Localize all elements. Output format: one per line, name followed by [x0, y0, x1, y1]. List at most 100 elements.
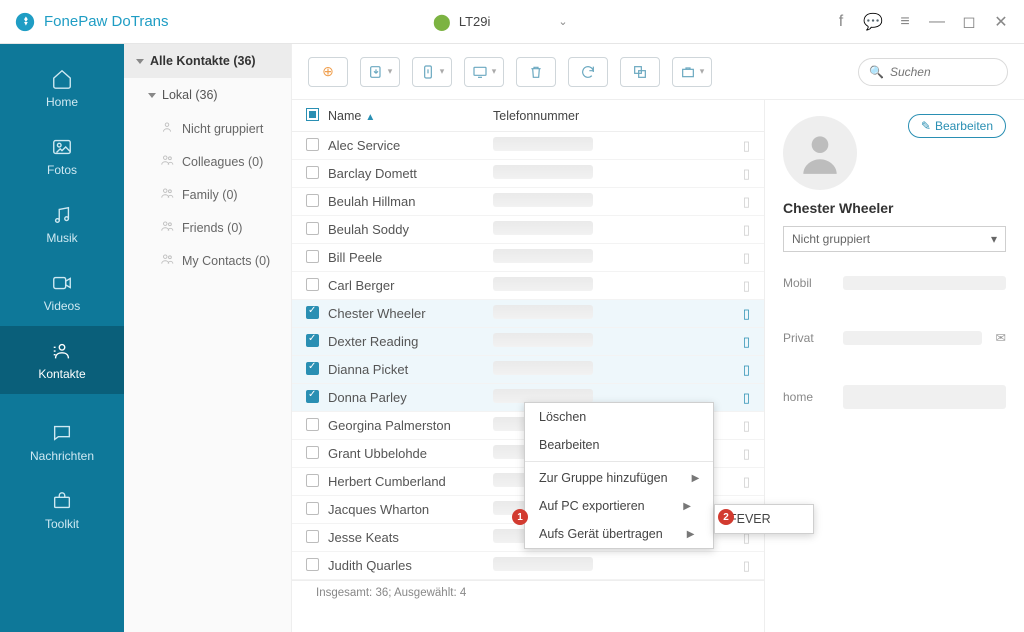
import-button[interactable]: ▾: [360, 57, 400, 87]
ctx-to-group[interactable]: Zur Gruppe hinzufügen▶: [525, 464, 713, 492]
group-icon: [160, 186, 174, 203]
to-pc-button[interactable]: ▾: [464, 57, 504, 87]
table-row[interactable]: Chester Wheeler▯: [292, 300, 764, 328]
tree-local[interactable]: Lokal (36): [124, 78, 291, 112]
delete-button[interactable]: [516, 57, 556, 87]
contacts-icon: [50, 339, 74, 363]
nav-label: Nachrichten: [30, 449, 94, 463]
row-checkbox[interactable]: [306, 250, 328, 266]
row-checkbox[interactable]: [306, 306, 328, 322]
row-checkbox[interactable]: [306, 530, 328, 546]
row-name: Jesse Keats: [328, 530, 493, 545]
row-checkbox[interactable]: [306, 558, 328, 574]
music-icon: [50, 203, 74, 227]
facebook-icon[interactable]: f: [832, 13, 850, 31]
table-row[interactable]: Carl Berger▯: [292, 272, 764, 300]
sidebar-nav: Home Fotos Musik Videos Kontakte Nachric…: [0, 44, 124, 632]
table-row[interactable]: Dianna Picket▯: [292, 356, 764, 384]
phone-icon: ▯: [730, 418, 750, 434]
annotation-badge-1: 1: [512, 509, 528, 525]
col-name[interactable]: Name▲: [328, 109, 493, 123]
tree-group[interactable]: Nicht gruppiert: [124, 112, 291, 145]
row-checkbox[interactable]: [306, 390, 328, 406]
backup-button[interactable]: ▾: [672, 57, 712, 87]
row-checkbox[interactable]: [306, 474, 328, 490]
app-logo-icon: [14, 11, 36, 33]
sort-asc-icon: ▲: [365, 112, 375, 123]
row-checkbox[interactable]: [306, 194, 328, 210]
tree-all-contacts[interactable]: Alle Kontakte (36): [124, 44, 291, 78]
row-checkbox[interactable]: [306, 446, 328, 462]
nav-toolkit[interactable]: Toolkit: [0, 476, 124, 544]
row-checkbox[interactable]: [306, 166, 328, 182]
tree-group[interactable]: Colleagues (0): [124, 145, 291, 178]
nav-label: Toolkit: [45, 517, 79, 531]
col-phone[interactable]: Telefonnummer: [493, 109, 750, 123]
phone-icon: ▯: [730, 474, 750, 490]
nav-messages[interactable]: Nachrichten: [0, 408, 124, 476]
row-checkbox[interactable]: [306, 418, 328, 434]
row-checkbox[interactable]: [306, 362, 328, 378]
add-button[interactable]: ⊕: [308, 57, 348, 87]
row-name: Carl Berger: [328, 278, 493, 293]
to-device-button[interactable]: ▾: [412, 57, 452, 87]
table-row[interactable]: Barclay Domett▯: [292, 160, 764, 188]
row-phone: [493, 305, 730, 322]
row-checkbox[interactable]: [306, 502, 328, 518]
group-tree: Alle Kontakte (36) Lokal (36) Nicht grup…: [124, 44, 292, 632]
group-icon: [160, 120, 174, 137]
nav-photos[interactable]: Fotos: [0, 122, 124, 190]
table-row[interactable]: Beulah Soddy▯: [292, 216, 764, 244]
ctx-export-pc[interactable]: Auf PC exportieren▶: [525, 492, 713, 520]
row-checkbox[interactable]: [306, 222, 328, 238]
phone-icon: ▯: [730, 250, 750, 266]
close-icon[interactable]: ✕: [992, 13, 1010, 31]
dedupe-button[interactable]: [620, 57, 660, 87]
nav-music[interactable]: Musik: [0, 190, 124, 258]
nav-videos[interactable]: Videos: [0, 258, 124, 326]
tree-group[interactable]: Family (0): [124, 178, 291, 211]
group-select[interactable]: Nicht gruppiert▾: [783, 226, 1006, 252]
row-phone: [493, 165, 730, 182]
select-all-checkbox[interactable]: [306, 108, 319, 121]
table-row[interactable]: Alec Service ▯: [292, 132, 764, 160]
search-box[interactable]: 🔍: [858, 58, 1008, 86]
field-mobile: Mobil: [783, 276, 1006, 290]
row-checkbox[interactable]: [306, 334, 328, 350]
phone-icon: ▯: [730, 446, 750, 462]
field-private: Privat ✉: [783, 330, 1006, 345]
row-phone: [493, 333, 730, 350]
search-input[interactable]: [890, 65, 997, 79]
menu-icon[interactable]: ≡: [896, 13, 914, 31]
avatar: [783, 116, 857, 190]
tree-group[interactable]: Friends (0): [124, 211, 291, 244]
phone-icon: ▯: [730, 222, 750, 238]
maximize-icon[interactable]: ◻: [960, 13, 978, 31]
row-checkbox[interactable]: [306, 278, 328, 294]
refresh-button[interactable]: [568, 57, 608, 87]
device-selector[interactable]: ⬤ LT29i ⌄: [370, 12, 630, 32]
chevron-down-icon: ⌄: [558, 15, 567, 28]
phone-icon: ▯: [730, 138, 750, 154]
nav-home[interactable]: Home: [0, 54, 124, 122]
edit-button[interactable]: ✎ Bearbeiten: [908, 114, 1006, 138]
ctx-to-device[interactable]: Aufs Gerät übertragen▶: [525, 520, 713, 548]
contacts-table: Name▲ Telefonnummer Alec Service ▯ Barclay…: [292, 100, 764, 632]
feedback-icon[interactable]: 💬: [864, 13, 882, 31]
table-row[interactable]: Bill Peele▯: [292, 244, 764, 272]
phone-icon: ▯: [730, 390, 750, 406]
table-row[interactable]: Beulah Hillman▯: [292, 188, 764, 216]
context-menu: Löschen Bearbeiten Zur Gruppe hinzufügen…: [524, 402, 714, 549]
mail-icon[interactable]: ✉: [996, 330, 1006, 345]
tree-group[interactable]: My Contacts (0): [124, 244, 291, 277]
nav-contacts[interactable]: Kontakte: [0, 326, 124, 394]
ctx-delete[interactable]: Löschen: [525, 403, 713, 431]
minimize-icon[interactable]: —: [928, 13, 946, 31]
row-checkbox[interactable]: [306, 138, 328, 154]
field-home: home: [783, 385, 1006, 409]
table-row[interactable]: Dexter Reading▯: [292, 328, 764, 356]
ctx-edit[interactable]: Bearbeiten: [525, 431, 713, 459]
table-row[interactable]: Judith Quarles▯: [292, 552, 764, 580]
contacts-toolbar: ⊕ ▾ ▾ ▾ ▾ 🔍: [292, 44, 1024, 100]
row-name: Alec Service: [328, 138, 493, 153]
